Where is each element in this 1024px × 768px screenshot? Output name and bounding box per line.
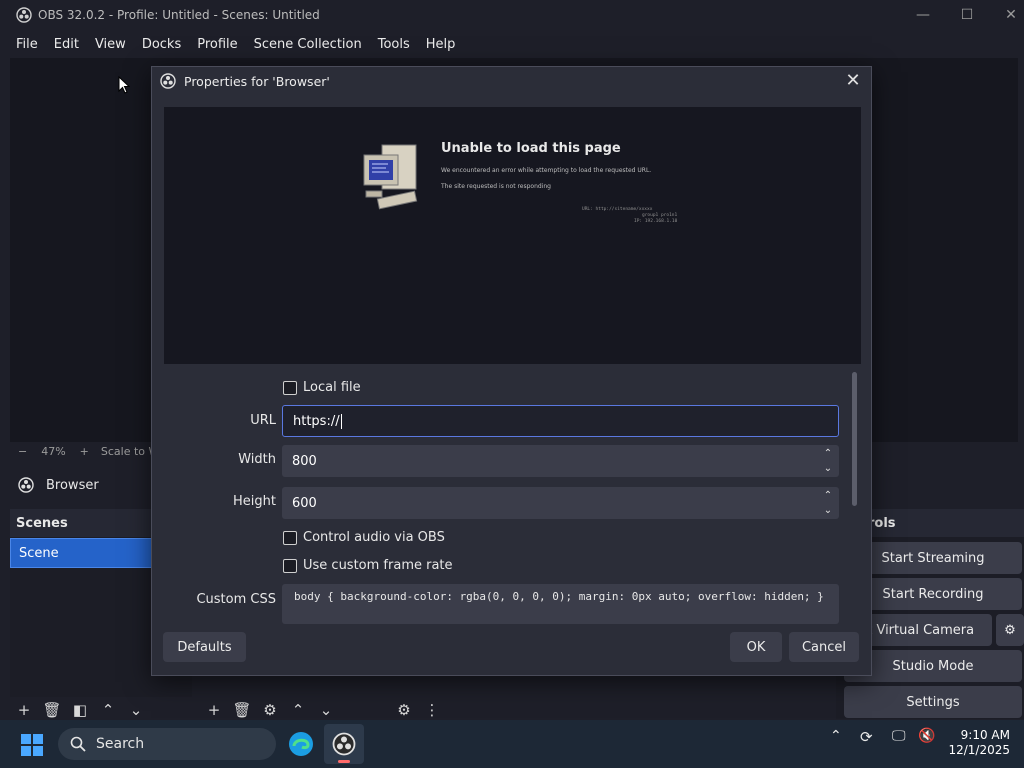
add-source-icon[interactable]: + xyxy=(200,701,228,719)
minimize-button[interactable]: — xyxy=(900,0,946,30)
cancel-button[interactable]: Cancel xyxy=(789,632,859,662)
menu-file[interactable]: File xyxy=(8,37,46,52)
menu-profile[interactable]: Profile xyxy=(189,37,245,52)
maximize-button[interactable]: ☐ xyxy=(944,0,990,30)
audio-settings-icon[interactable]: ⚙ xyxy=(390,701,418,719)
width-decrement-icon[interactable]: ⌄ xyxy=(818,462,838,476)
clock-time: 9:10 AM xyxy=(960,728,1010,742)
window-title: OBS 32.0.2 - Profile: Untitled - Scenes:… xyxy=(38,8,320,22)
source-name: Browser xyxy=(46,477,99,493)
source-up-icon[interactable]: ⌃ xyxy=(284,701,312,719)
width-spinbox[interactable]: 800 xyxy=(282,445,839,477)
windows-start-icon[interactable] xyxy=(20,733,44,757)
obs-dialog-icon xyxy=(160,73,176,89)
menu-help[interactable]: Help xyxy=(418,37,464,52)
close-window-button[interactable]: ✕ xyxy=(988,0,1024,30)
edge-browser-icon[interactable] xyxy=(288,731,314,757)
dialog-titlebar: Properties for 'Browser' xyxy=(152,67,871,95)
scenes-toolbar: + 🗑 ◧ ⌃ ⌄ xyxy=(10,698,150,722)
url-input[interactable]: https:// xyxy=(282,405,839,437)
width-label: Width xyxy=(238,452,276,467)
width-increment-icon[interactable]: ⌃ xyxy=(818,447,838,461)
zoom-in-button[interactable]: + xyxy=(80,445,89,458)
properties-scrollbar[interactable] xyxy=(852,372,857,506)
ok-button[interactable]: OK xyxy=(730,632,782,662)
error-meta-line3: IP: 192.168.1.10 xyxy=(634,219,678,224)
network-icon[interactable]: 🖵 xyxy=(892,728,906,744)
virtual-camera-settings-icon[interactable]: ⚙ xyxy=(996,614,1024,646)
custom-css-label: Custom CSS xyxy=(196,592,276,607)
obs-taskbar-item[interactable] xyxy=(324,724,364,764)
menu-view[interactable]: View xyxy=(87,37,134,52)
source-down-icon[interactable]: ⌄ xyxy=(312,701,340,719)
clock-date: 12/1/2025 xyxy=(948,743,1010,757)
window-titlebar: OBS 32.0.2 - Profile: Untitled - Scenes:… xyxy=(0,0,1024,30)
zoom-level: 47% xyxy=(41,444,66,458)
scene-list-item[interactable]: Scene xyxy=(10,538,154,568)
control-audio-checkbox[interactable] xyxy=(283,531,297,545)
taskbar-clock[interactable]: 9:10 AM 12/1/2025 xyxy=(940,728,1010,758)
menu-scene-collection[interactable]: Scene Collection xyxy=(246,37,370,52)
text-cursor xyxy=(340,413,342,429)
height-label: Height xyxy=(233,494,276,509)
menubar: File Edit View Docks Profile Scene Colle… xyxy=(0,30,1024,58)
scene-filters-icon[interactable]: ◧ xyxy=(66,701,94,719)
add-scene-icon[interactable]: + xyxy=(10,701,38,719)
height-increment-icon[interactable]: ⌃ xyxy=(818,489,838,503)
url-label: URL xyxy=(250,413,276,428)
dialog-title: Properties for 'Browser' xyxy=(184,73,330,89)
local-file-label: Local file xyxy=(303,380,361,395)
error-detail: The site requested is not responding xyxy=(441,183,551,190)
move-up-icon[interactable]: ⌃ xyxy=(94,701,122,719)
sources-toolbar: + 🗑 ⚙ ⌃ ⌄ xyxy=(200,698,340,722)
control-audio-label: Control audio via OBS xyxy=(303,530,445,545)
show-hidden-icons-icon[interactable]: ⌃ xyxy=(830,728,842,744)
url-input-value: https:// xyxy=(293,413,340,429)
width-value: 800 xyxy=(292,453,317,469)
local-file-checkbox[interactable] xyxy=(283,381,297,395)
search-label: Search xyxy=(96,736,145,752)
custom-frame-rate-checkbox[interactable] xyxy=(283,559,297,573)
mouse-cursor-icon xyxy=(118,76,130,94)
dialog-close-icon[interactable]: ✕ xyxy=(841,69,865,93)
move-down-icon[interactable]: ⌄ xyxy=(122,701,150,719)
mixer-toolbar: ⚙ ⋮ xyxy=(390,698,446,722)
obs-taskbar-icon xyxy=(332,732,356,756)
source-properties-icon[interactable]: ⚙ xyxy=(256,701,284,719)
menu-edit[interactable]: Edit xyxy=(46,37,87,52)
height-decrement-icon[interactable]: ⌄ xyxy=(818,504,838,518)
taskbar-search[interactable]: Search xyxy=(58,728,276,760)
custom-css-textarea[interactable]: body { background-color: rgba(0, 0, 0, 0… xyxy=(282,584,839,624)
custom-frame-rate-label: Use custom frame rate xyxy=(303,558,453,573)
browser-source-icon xyxy=(18,477,34,493)
height-value: 600 xyxy=(292,495,317,511)
error-heading: Unable to load this page xyxy=(441,141,621,156)
search-icon xyxy=(70,736,86,752)
obs-logo-icon xyxy=(16,7,32,23)
active-app-indicator xyxy=(338,760,350,763)
defaults-button[interactable]: Defaults xyxy=(163,632,246,662)
settings-button[interactable]: Settings xyxy=(844,686,1022,718)
sync-icon[interactable]: ⟳ xyxy=(860,728,873,746)
zoom-out-button[interactable]: − xyxy=(18,445,27,458)
remove-scene-icon[interactable]: 🗑 xyxy=(38,701,66,719)
remove-source-icon[interactable]: 🗑 xyxy=(228,701,256,719)
error-message: We encountered an error while attempting… xyxy=(441,167,652,174)
more-options-icon[interactable]: ⋮ xyxy=(418,701,446,719)
menu-tools[interactable]: Tools xyxy=(370,37,418,52)
volume-muted-icon[interactable]: 🔇 xyxy=(918,728,935,744)
height-spinbox[interactable]: 600 xyxy=(282,487,839,519)
broken-computer-icon xyxy=(363,144,418,210)
menu-docks[interactable]: Docks xyxy=(134,37,189,52)
